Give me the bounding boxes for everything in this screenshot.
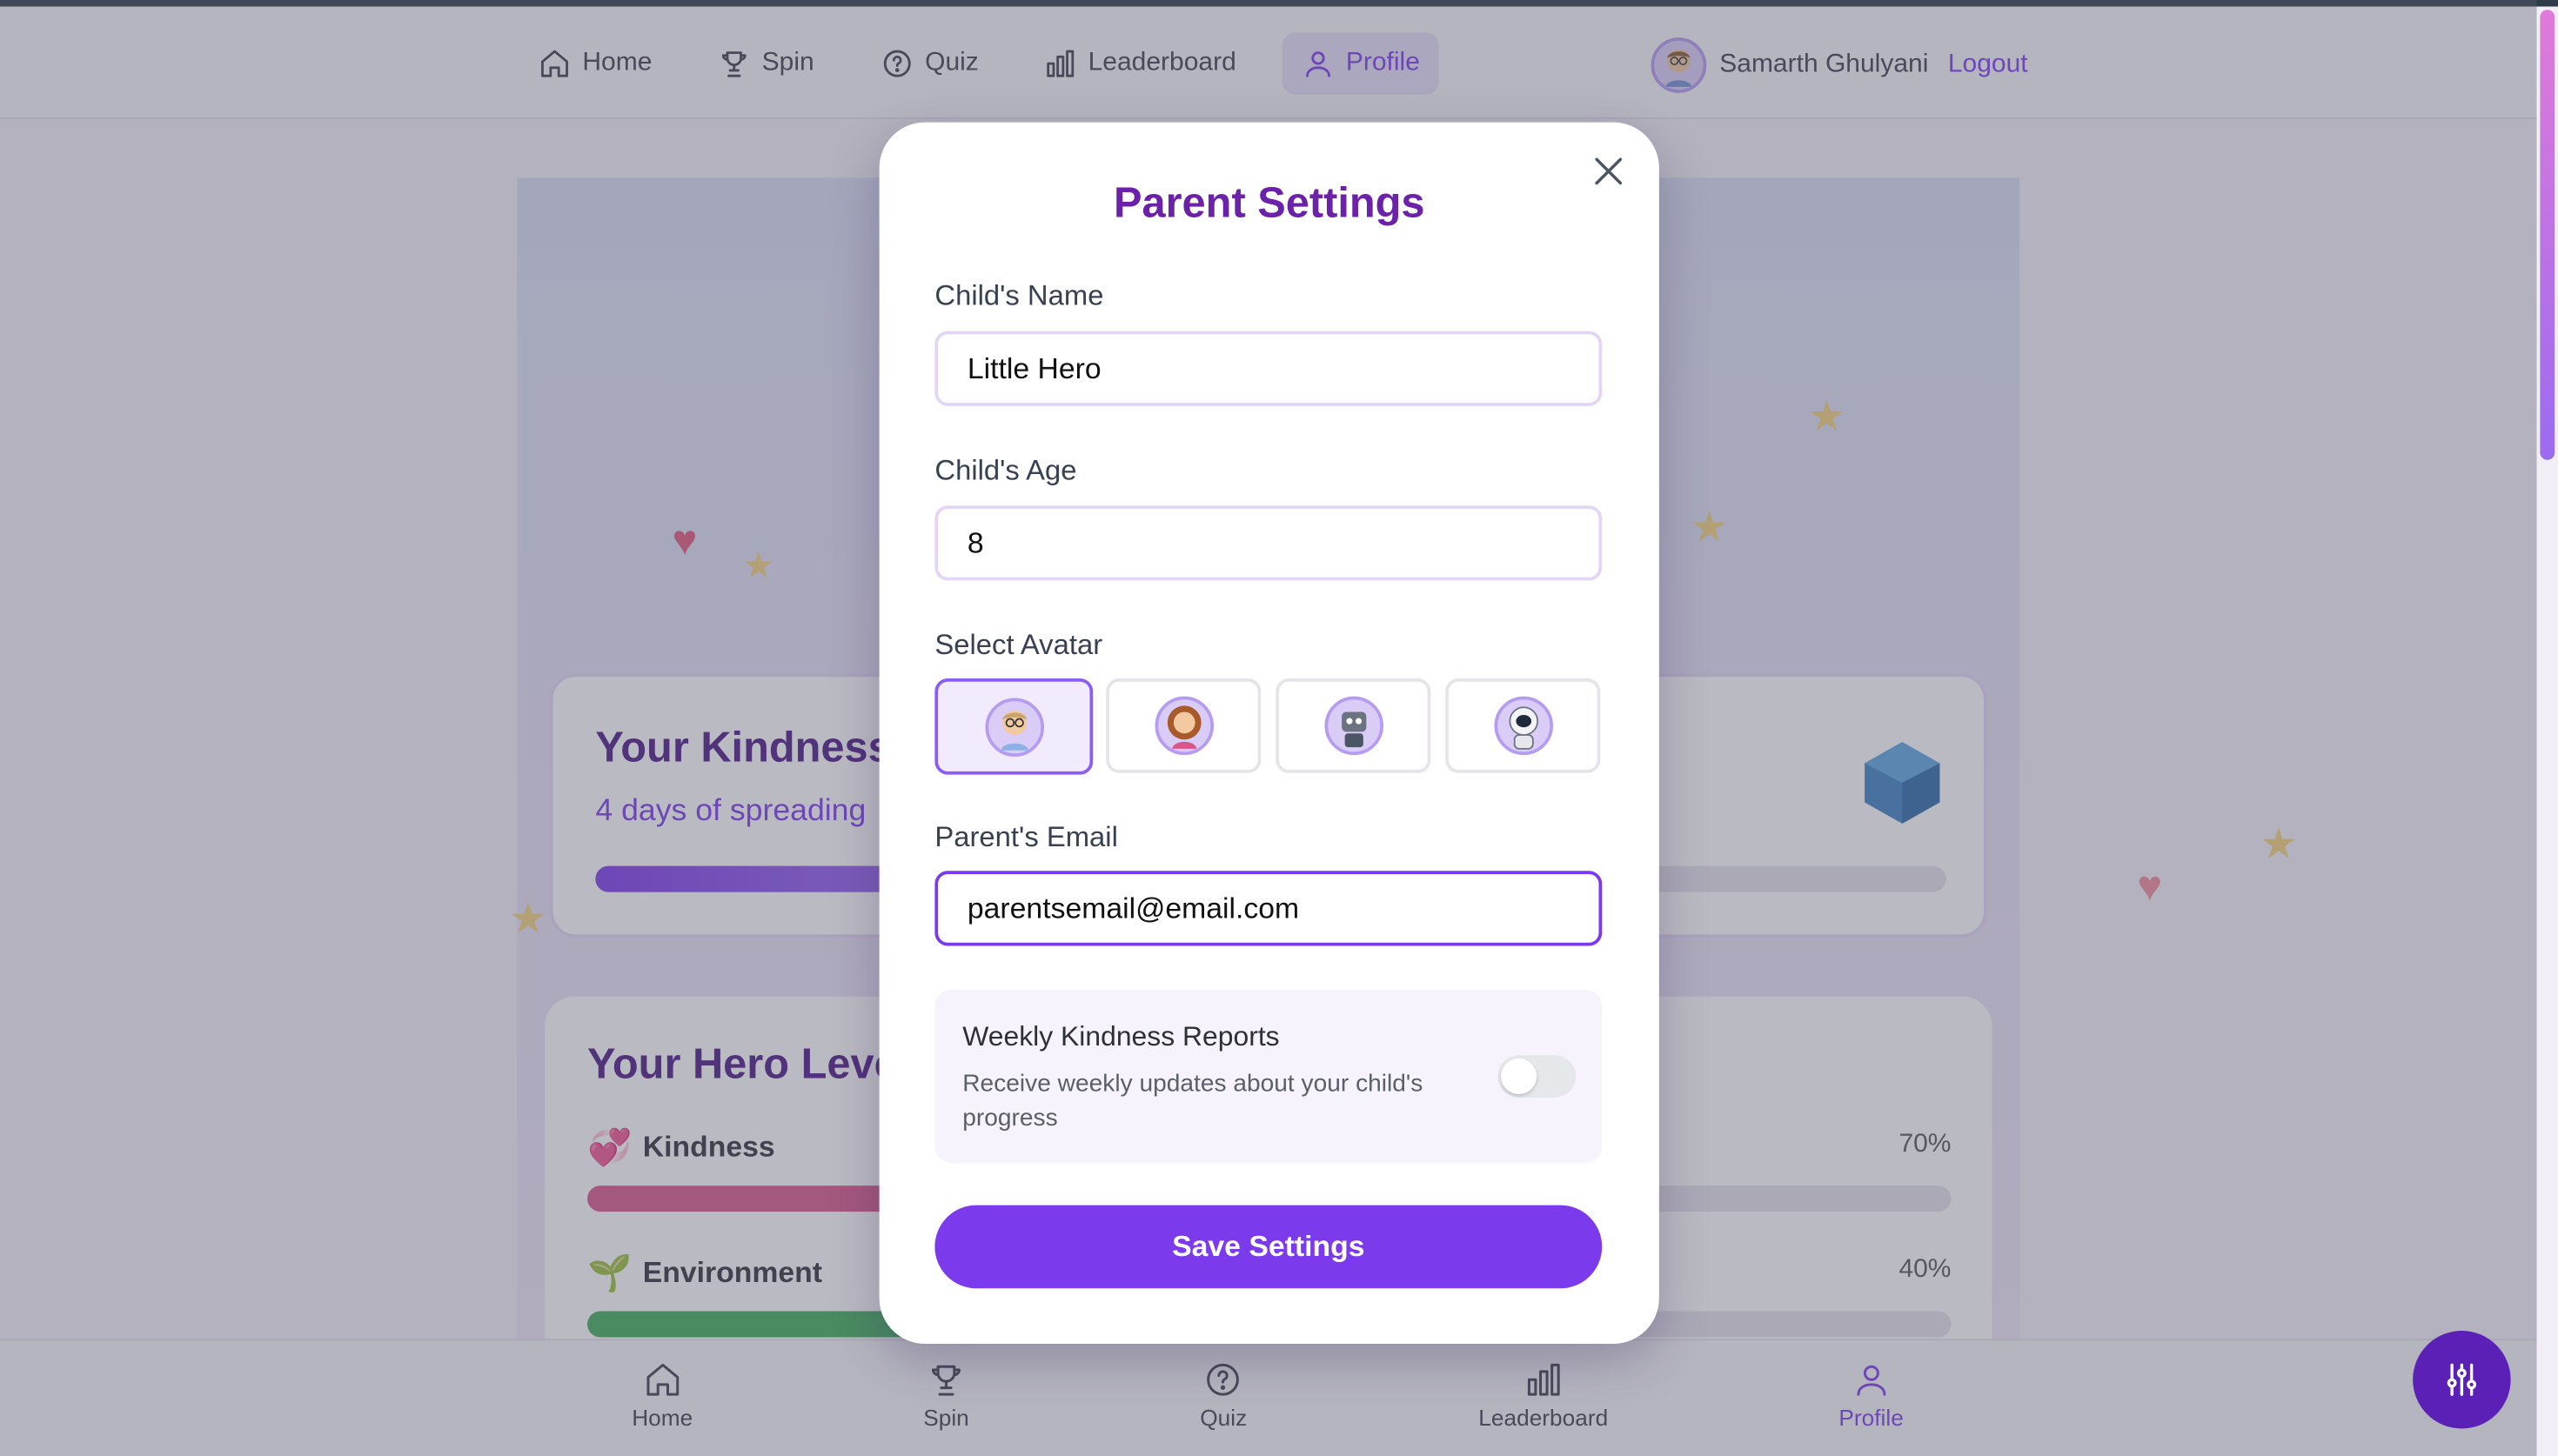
robot-avatar-icon: [1341, 711, 1366, 748]
avatar-label: Select Avatar: [934, 627, 1103, 661]
avatar-option-robot[interactable]: [1276, 678, 1431, 773]
weekly-report-title: Weekly Kindness Reports: [962, 1020, 1280, 1052]
avatar: [1323, 696, 1383, 756]
avatar-option-boy-glasses[interactable]: [934, 678, 1094, 775]
close-icon: [1595, 157, 1623, 185]
parent-email-label: Parent's Email: [934, 820, 1118, 853]
settings-fab-button[interactable]: [2413, 1331, 2511, 1429]
avatar-option-girl-curly[interactable]: [1106, 678, 1262, 773]
astronaut-avatar-icon: [1508, 706, 1538, 750]
weekly-report-section: Weekly Kindness Reports Receive weekly u…: [934, 990, 1603, 1163]
weekly-report-description: Receive weekly updates about your child'…: [962, 1070, 1423, 1132]
avatar: [1493, 696, 1553, 756]
parent-email-input[interactable]: [934, 871, 1603, 946]
avatar: [1154, 696, 1214, 756]
avatar-option-astronaut[interactable]: [1445, 678, 1601, 773]
child-age-label: Child's Age: [934, 453, 1077, 486]
child-name-label: Child's Name: [934, 278, 1104, 312]
toggle-knob: [1501, 1058, 1537, 1095]
app-page: Home Spin Quiz Leaderboard Profile Samar…: [0, 0, 2558, 1456]
save-settings-button[interactable]: Save Settings: [934, 1205, 1603, 1289]
scrollbar-thumb[interactable]: [2540, 10, 2555, 460]
close-button[interactable]: [1590, 153, 1626, 189]
parent-settings-modal: Parent Settings Child's Name Child's Age…: [879, 122, 1659, 1344]
sliders-icon: [2447, 1363, 2477, 1396]
avatar: [984, 697, 1044, 757]
girl-curly-avatar-icon: [1166, 705, 1201, 749]
child-name-input[interactable]: [934, 331, 1603, 406]
child-age-input[interactable]: [934, 505, 1603, 581]
weekly-report-toggle[interactable]: [1497, 1055, 1577, 1098]
modal-title: Parent Settings: [1113, 177, 1425, 227]
boy-glasses-avatar-icon: [1000, 709, 1028, 750]
